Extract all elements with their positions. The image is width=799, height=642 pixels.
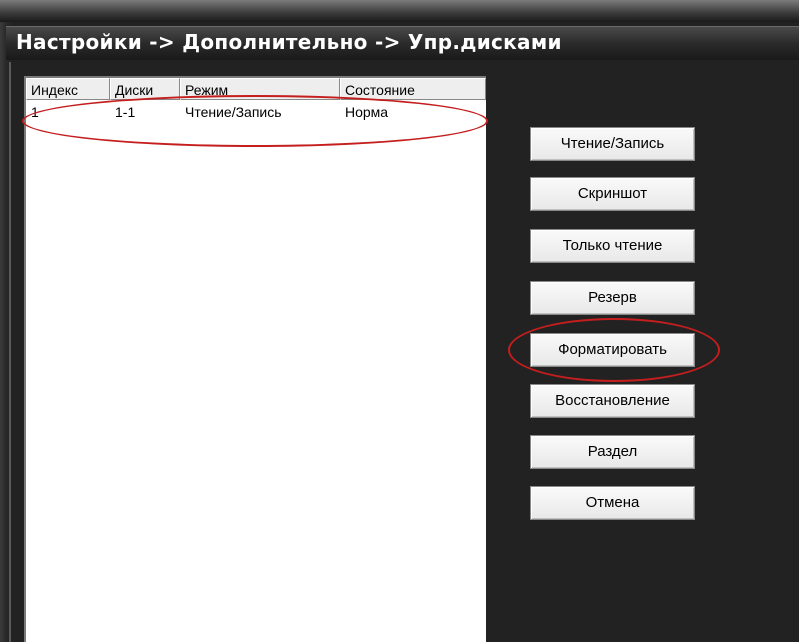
column-header-state[interactable]: Состояние [340, 78, 486, 100]
disk-list-panel[interactable]: Индекс Диски Режим Состояние 1 1-1 Чтени… [24, 76, 486, 642]
read-only-button[interactable]: Только чтение [530, 229, 695, 263]
snapshot-button[interactable]: Скриншот [530, 177, 695, 211]
window-left-edge [0, 22, 14, 642]
disk-list-header: Индекс Диски Режим Состояние [26, 78, 486, 100]
window-top-strip [0, 0, 799, 22]
column-header-mode[interactable]: Режим [180, 78, 340, 100]
recover-button[interactable]: Восстановление [530, 384, 695, 418]
partition-button[interactable]: Раздел [530, 435, 695, 469]
column-header-disks[interactable]: Диски [110, 78, 180, 100]
reserve-button[interactable]: Резерв [530, 281, 695, 315]
cell-state: Норма [345, 104, 389, 120]
disk-manager-window: Настройки -> Дополнительно -> Упр.дискам… [0, 0, 799, 642]
title-bar: Настройки -> Дополнительно -> Упр.дискам… [6, 26, 799, 60]
page-title: Настройки -> Дополнительно -> Упр.дискам… [16, 30, 562, 54]
cancel-button[interactable]: Отмена [530, 486, 695, 520]
format-button[interactable]: Форматировать [530, 333, 695, 367]
cell-mode: Чтение/Запись [185, 104, 282, 120]
table-row[interactable]: 1 1-1 Чтение/Запись Норма [26, 102, 486, 122]
column-header-index[interactable]: Индекс [26, 78, 110, 100]
read-write-button[interactable]: Чтение/Запись [530, 127, 695, 161]
cell-disk: 1-1 [115, 104, 136, 120]
cell-index: 1 [31, 104, 39, 120]
